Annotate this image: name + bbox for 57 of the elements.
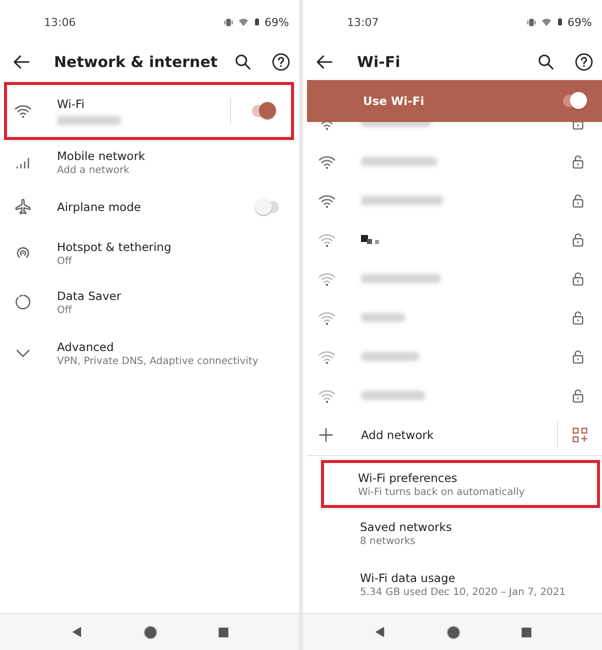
redacted-text bbox=[361, 352, 419, 361]
settings-item[interactable]: Wi-Fi bbox=[4, 82, 294, 140]
item-subtitle: 8 networks bbox=[360, 536, 416, 546]
item-subtitle: VPN, Private DNS, Adaptive connectivity bbox=[57, 356, 260, 366]
item-title: Mobile network bbox=[57, 148, 146, 162]
settings-item[interactable]: Wi-Fi data usage 5.34 GB used Dec 10, 2020 – Jan 7, 2021 bbox=[303, 558, 602, 610]
back-triangle-icon[interactable] bbox=[372, 625, 386, 639]
settings-item[interactable]: Data Saver Off bbox=[0, 276, 299, 328]
data-saver-icon bbox=[13, 292, 33, 312]
battery-level: 69% bbox=[568, 16, 592, 28]
wifi-status-icon bbox=[540, 16, 552, 28]
battery-icon bbox=[252, 16, 261, 28]
search-icon[interactable] bbox=[536, 52, 556, 72]
home-circle-icon[interactable] bbox=[142, 624, 158, 640]
item-subtitle: Wi-Fi turns back on automatically bbox=[358, 486, 526, 498]
search-icon[interactable] bbox=[233, 52, 253, 72]
status-time: 13:06 bbox=[44, 16, 76, 28]
item-subtitle: Off bbox=[57, 256, 73, 266]
item-title: Airplane mode bbox=[57, 200, 142, 214]
wifi-status-icon bbox=[238, 16, 249, 28]
page-title: Network & internet bbox=[54, 53, 219, 71]
item-subtitle: 5.34 GB used Dec 10, 2020 – Jan 7, 2021 bbox=[360, 586, 567, 598]
status-time: 13:07 bbox=[347, 16, 379, 28]
battery-icon bbox=[556, 16, 564, 28]
settings-item[interactable]: Airplane mode bbox=[0, 184, 299, 230]
vibrate-icon bbox=[526, 16, 537, 28]
recents-square-icon[interactable] bbox=[520, 626, 532, 638]
qr-code-icon[interactable] bbox=[572, 427, 588, 443]
settings-item[interactable]: Mobile network Add a network bbox=[0, 140, 299, 184]
redacted-text bbox=[361, 313, 405, 322]
battery-level: 69% bbox=[264, 16, 289, 28]
add-network-item[interactable]: Add network bbox=[303, 415, 602, 455]
page-title: Wi-Fi bbox=[357, 53, 402, 71]
recents-square-icon[interactable] bbox=[216, 626, 230, 638]
item-subtitle: Off bbox=[57, 304, 73, 316]
item-title: Saved networks bbox=[360, 520, 453, 534]
back-triangle-icon[interactable] bbox=[70, 625, 84, 639]
plus-icon bbox=[317, 426, 335, 444]
use-wifi-bar[interactable]: Use Wi-Fi bbox=[307, 80, 602, 122]
item-title: Data Saver bbox=[57, 288, 122, 302]
item-title: Wi-Fi data usage bbox=[360, 570, 456, 584]
item-title: Wi-Fi preferences bbox=[358, 470, 458, 484]
airplane-icon bbox=[13, 197, 33, 217]
settings-item[interactable]: Advanced VPN, Private DNS, Adaptive connectivity bbox=[0, 328, 299, 378]
item-title: Advanced bbox=[57, 340, 115, 354]
vibrate-icon bbox=[222, 16, 234, 28]
settings-item[interactable]: Saved networks 8 networks bbox=[303, 508, 602, 558]
redacted-text bbox=[361, 391, 425, 400]
pixelated-text-icon bbox=[361, 235, 379, 244]
help-icon[interactable] bbox=[574, 52, 594, 72]
home-circle-icon[interactable] bbox=[446, 624, 460, 640]
settings-item[interactable]: Hotspot & tethering Off bbox=[0, 230, 299, 276]
item-subtitle: Add a network bbox=[57, 164, 130, 176]
help-icon[interactable] bbox=[271, 52, 291, 72]
settings-item[interactable]: Wi-Fi preferences Wi-Fi turns back on automatically bbox=[321, 460, 600, 508]
item-title: Wi-Fi bbox=[57, 97, 86, 111]
item-title: Hotspot & tethering bbox=[57, 240, 172, 254]
